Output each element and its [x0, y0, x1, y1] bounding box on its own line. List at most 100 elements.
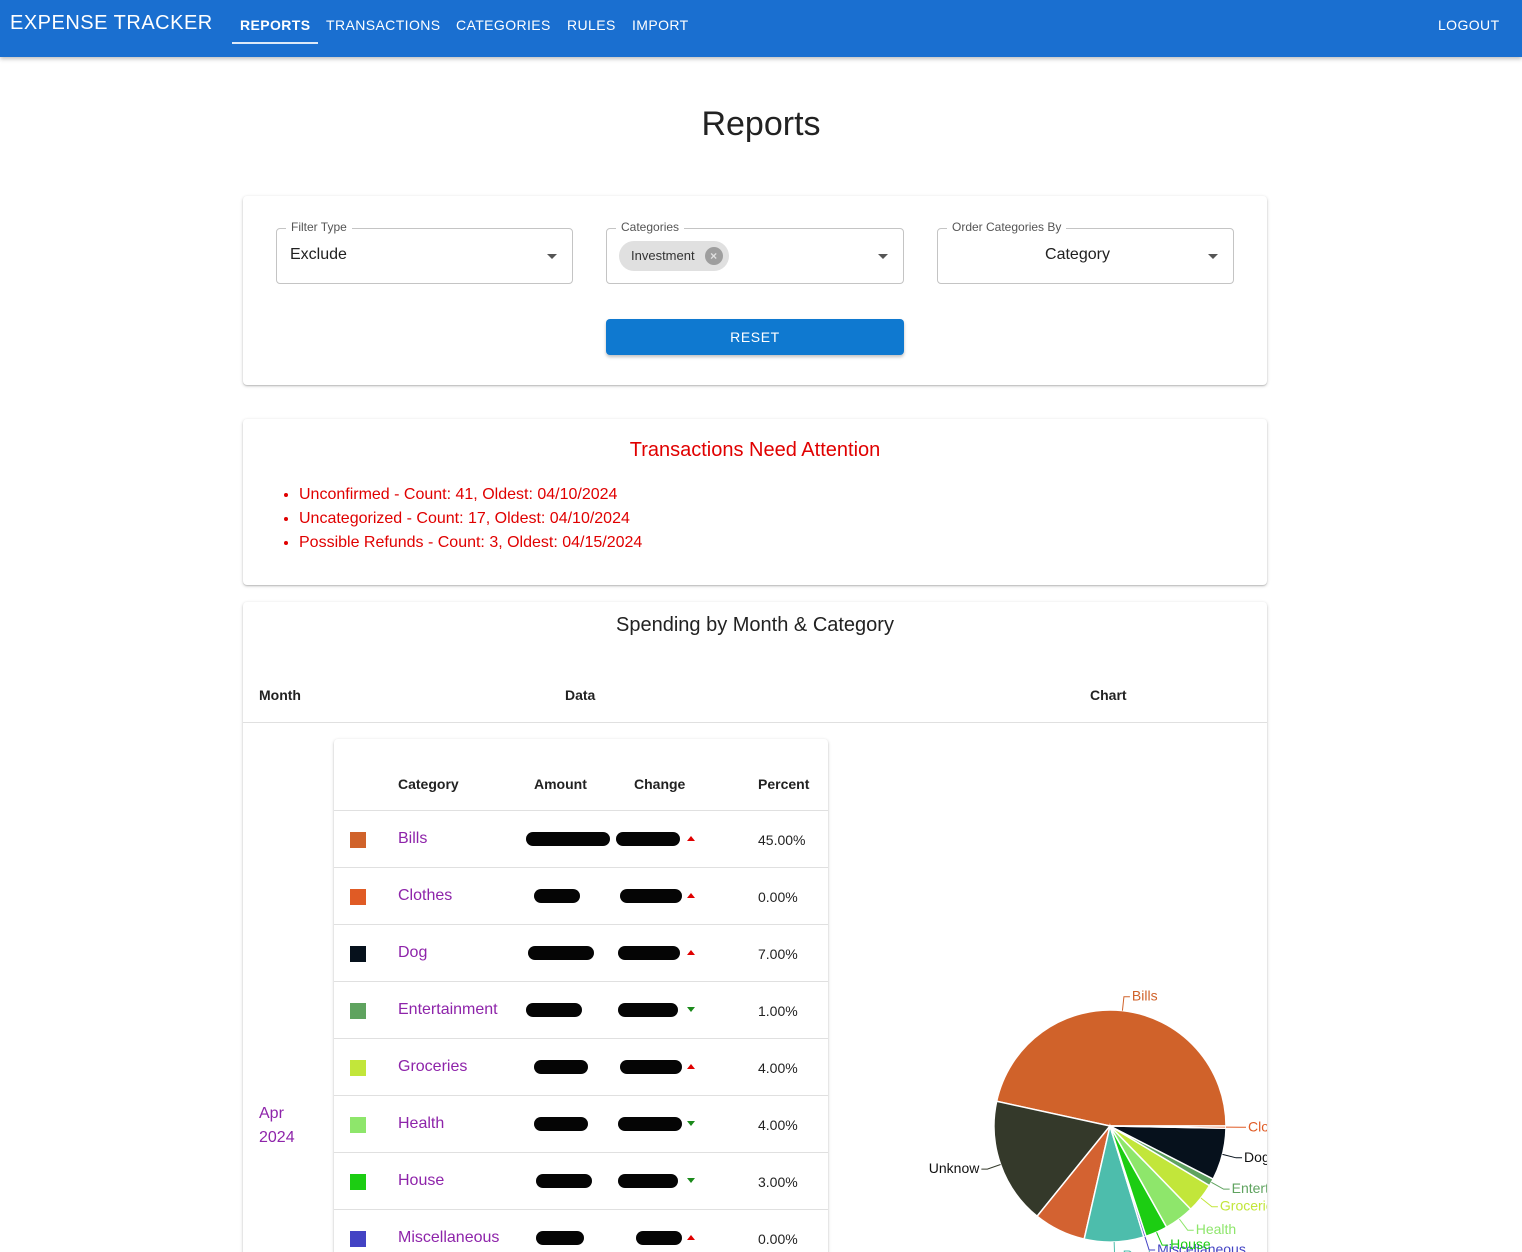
table-row: Health 4.00%: [334, 1096, 828, 1153]
percent-value: 7.00%: [758, 946, 798, 962]
color-swatch: [350, 1174, 366, 1190]
percent-value: 4.00%: [758, 1060, 798, 1076]
pie-leader-line: [1222, 1153, 1243, 1159]
category-link[interactable]: House: [398, 1172, 444, 1190]
chart-column-header: Chart: [1090, 687, 1127, 703]
amount-redacted: [534, 1117, 588, 1131]
nav-import[interactable]: IMPORT: [632, 17, 689, 33]
pie-label: Health: [1196, 1221, 1236, 1237]
order-by-label: Order Categories By: [947, 220, 1067, 234]
amount-redacted: [536, 1174, 592, 1188]
category-chip-investment[interactable]: Investment ×: [619, 241, 729, 271]
attention-item-refunds[interactable]: Possible Refunds - Count: 3, Oldest: 04/…: [299, 531, 642, 555]
table-row: Miscellaneous 0.00%: [334, 1210, 828, 1252]
color-swatch: [350, 889, 366, 905]
pie-label: Groceries: [1220, 1198, 1267, 1214]
order-by-value: Category: [1045, 246, 1110, 263]
spending-card: Spending by Month & Category Month Data …: [243, 602, 1319, 1252]
category-link[interactable]: Dog: [398, 944, 427, 962]
page-title: Reports: [701, 105, 821, 143]
filter-type-value: Exclude: [290, 246, 347, 263]
filter-type-select[interactable]: Filter Type Exclude: [276, 220, 573, 284]
amount-redacted: [536, 1231, 584, 1245]
table-row: Clothes 0.00%: [334, 868, 828, 925]
percent-value: 0.00%: [758, 1231, 798, 1247]
pie-svg: BillsUnknowRestaurantsMiscellaneousHouse…: [929, 988, 1319, 1252]
table-row: House 3.00%: [334, 1153, 828, 1210]
month-label[interactable]: Apr 2024: [259, 1102, 295, 1150]
category-link[interactable]: Miscellaneous: [398, 1229, 499, 1247]
color-swatch: [350, 1060, 366, 1076]
category-link[interactable]: Clothes: [398, 887, 452, 905]
chevron-down-icon[interactable]: [1208, 254, 1218, 259]
nav-transactions[interactable]: TRANSACTIONS: [326, 17, 440, 33]
arrow-up-icon: [687, 1235, 695, 1240]
filters-card: Filter Type Exclude Categories Investmen…: [243, 196, 1267, 385]
pie-label: Clothes: [1248, 1118, 1267, 1134]
filter-type-label: Filter Type: [286, 220, 352, 234]
change-redacted: [636, 1231, 682, 1245]
change-redacted: [620, 889, 682, 903]
change-header: Change: [634, 776, 686, 792]
chevron-down-icon[interactable]: [547, 254, 557, 259]
pie-label: Unknow: [929, 1160, 980, 1176]
arrow-down-icon: [687, 1121, 695, 1126]
chevron-down-icon[interactable]: [878, 254, 888, 259]
arrow-up-icon: [687, 950, 695, 955]
category-link[interactable]: Entertainment: [398, 1001, 498, 1019]
change-redacted: [618, 946, 680, 960]
amount-header: Amount: [534, 776, 587, 792]
percent-header: Percent: [758, 776, 810, 792]
amount-redacted: [526, 832, 610, 846]
attention-item-uncategorized[interactable]: Uncategorized - Count: 17, Oldest: 04/10…: [299, 507, 642, 531]
nav-rules[interactable]: RULES: [567, 17, 616, 33]
attention-list: Unconfirmed - Count: 41, Oldest: 04/10/2…: [299, 483, 642, 555]
nav-reports[interactable]: REPORTS: [240, 17, 310, 33]
nav-active-indicator: [232, 42, 318, 44]
pie-leader-line: [1200, 1197, 1218, 1208]
data-column-header: Data: [565, 687, 596, 703]
attention-title: Transactions Need Attention: [629, 439, 881, 461]
arrow-up-icon: [687, 1064, 695, 1069]
color-swatch: [350, 946, 366, 962]
percent-value: 3.00%: [758, 1174, 798, 1190]
category-link[interactable]: Bills: [398, 830, 427, 848]
pie-leader-line: [1178, 1218, 1194, 1231]
percent-value: 4.00%: [758, 1117, 798, 1133]
arrow-down-icon: [687, 1007, 695, 1012]
pie-leader-line: [1211, 1181, 1230, 1190]
nav-categories[interactable]: CATEGORIES: [456, 17, 551, 33]
table-row: Bills 45.00%: [334, 811, 828, 868]
change-redacted: [618, 1174, 678, 1188]
attention-card: Transactions Need Attention Unconfirmed …: [243, 419, 1267, 585]
amount-redacted: [534, 1060, 588, 1074]
category-link[interactable]: Groceries: [398, 1058, 467, 1076]
change-redacted: [620, 1060, 682, 1074]
amount-redacted: [526, 1003, 582, 1017]
percent-value: 45.00%: [758, 832, 806, 848]
logout-button[interactable]: LOGOUT: [1438, 17, 1500, 33]
pie-label: Entertainment: [1232, 1180, 1267, 1196]
pie-label: House: [1170, 1236, 1211, 1252]
month-column-header: Month: [259, 687, 301, 703]
month-name: Apr: [259, 1105, 284, 1122]
categories-select[interactable]: Categories Investment ×: [606, 220, 904, 284]
pie-leader-line: [1121, 996, 1130, 1011]
change-redacted: [618, 1117, 682, 1131]
order-by-select[interactable]: Order Categories By Category: [937, 220, 1234, 284]
app-brand[interactable]: EXPENSE TRACKER: [10, 12, 213, 35]
chip-label: Investment: [631, 248, 695, 263]
pie-label: Bills: [1132, 988, 1158, 1004]
pie-label: Dog: [1244, 1149, 1267, 1165]
color-swatch: [350, 1003, 366, 1019]
category-link[interactable]: Health: [398, 1115, 444, 1133]
percent-value: 1.00%: [758, 1003, 798, 1019]
attention-item-unconfirmed[interactable]: Unconfirmed - Count: 41, Oldest: 04/10/2…: [299, 483, 642, 507]
arrow-down-icon: [687, 1178, 695, 1183]
pie-leader-line: [1113, 1241, 1116, 1252]
divider: [243, 722, 1267, 723]
close-icon[interactable]: ×: [704, 247, 723, 265]
reset-button[interactable]: RESET: [606, 319, 904, 355]
percent-value: 0.00%: [758, 889, 798, 905]
pie-leader-line: [981, 1164, 1001, 1170]
